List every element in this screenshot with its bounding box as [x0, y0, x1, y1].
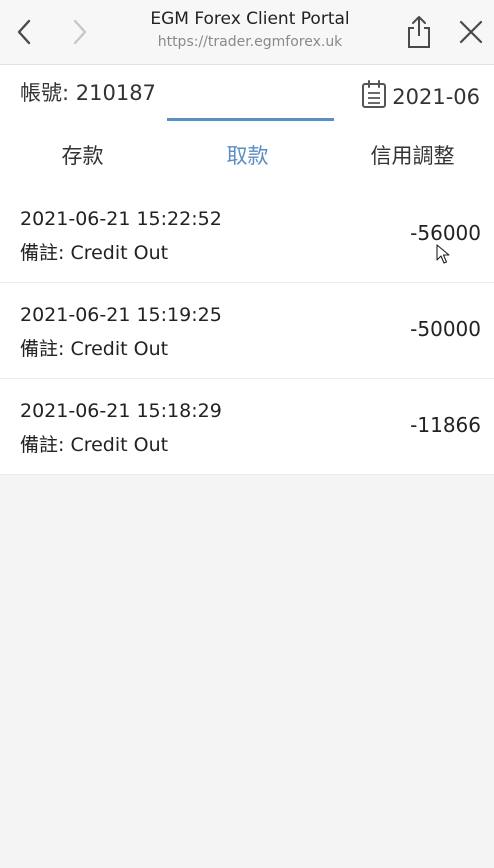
chevron-left-icon: [17, 19, 31, 45]
record-note: 備註: Credit Out: [20, 338, 169, 360]
back-button[interactable]: [8, 14, 42, 50]
share-icon: [408, 16, 430, 48]
calendar-button[interactable]: [360, 80, 388, 110]
page-url: https://trader.egmforex.uk: [157, 34, 343, 50]
chevron-right-icon: [73, 19, 87, 45]
page-title-block: EGM Forex Client Portal https://trader.e…: [110, 8, 390, 52]
close-icon: [459, 20, 483, 44]
selected-month[interactable]: 2021-06: [392, 82, 480, 112]
record-date: 2021-06-21 15:19:25: [20, 304, 222, 326]
record-amount: -50000: [410, 317, 481, 341]
record-amount: -56000: [410, 221, 481, 245]
mouse-pointer-icon: [436, 244, 450, 264]
record-list: 2021-06-21 15:22:52 備註: Credit Out -5600…: [0, 187, 494, 475]
main-content: 帳號: 210187 2021-06 存款 取款 信用調整: [0, 65, 494, 188]
close-button[interactable]: [454, 14, 488, 50]
account-number: 帳號: 210187: [20, 81, 156, 105]
list-item[interactable]: 2021-06-21 15:22:52 備註: Credit Out -5600…: [0, 187, 494, 283]
record-date: 2021-06-21 15:18:29: [20, 400, 222, 422]
active-tab-indicator: [167, 118, 334, 121]
record-amount: -11866: [410, 413, 481, 437]
share-button[interactable]: [402, 14, 436, 50]
record-date: 2021-06-21 15:22:52: [20, 208, 222, 230]
tab-credit-adjustment[interactable]: 信用調整: [330, 127, 494, 186]
calendar-icon: [362, 80, 386, 108]
forward-button[interactable]: [62, 14, 96, 50]
tab-withdrawal[interactable]: 取款: [165, 127, 330, 186]
record-note: 備註: Credit Out: [20, 242, 169, 264]
tab-deposit[interactable]: 存款: [0, 127, 165, 186]
list-item[interactable]: 2021-06-21 15:19:25 備註: Credit Out -5000…: [0, 283, 494, 379]
record-note: 備註: Credit Out: [20, 434, 169, 456]
browser-toolbar: EGM Forex Client Portal https://trader.e…: [0, 0, 494, 65]
list-item[interactable]: 2021-06-21 15:18:29 備註: Credit Out -1186…: [0, 379, 494, 475]
page-title: EGM Forex Client Portal: [150, 9, 350, 29]
transaction-tabs: 存款 取款 信用調整: [0, 127, 494, 188]
